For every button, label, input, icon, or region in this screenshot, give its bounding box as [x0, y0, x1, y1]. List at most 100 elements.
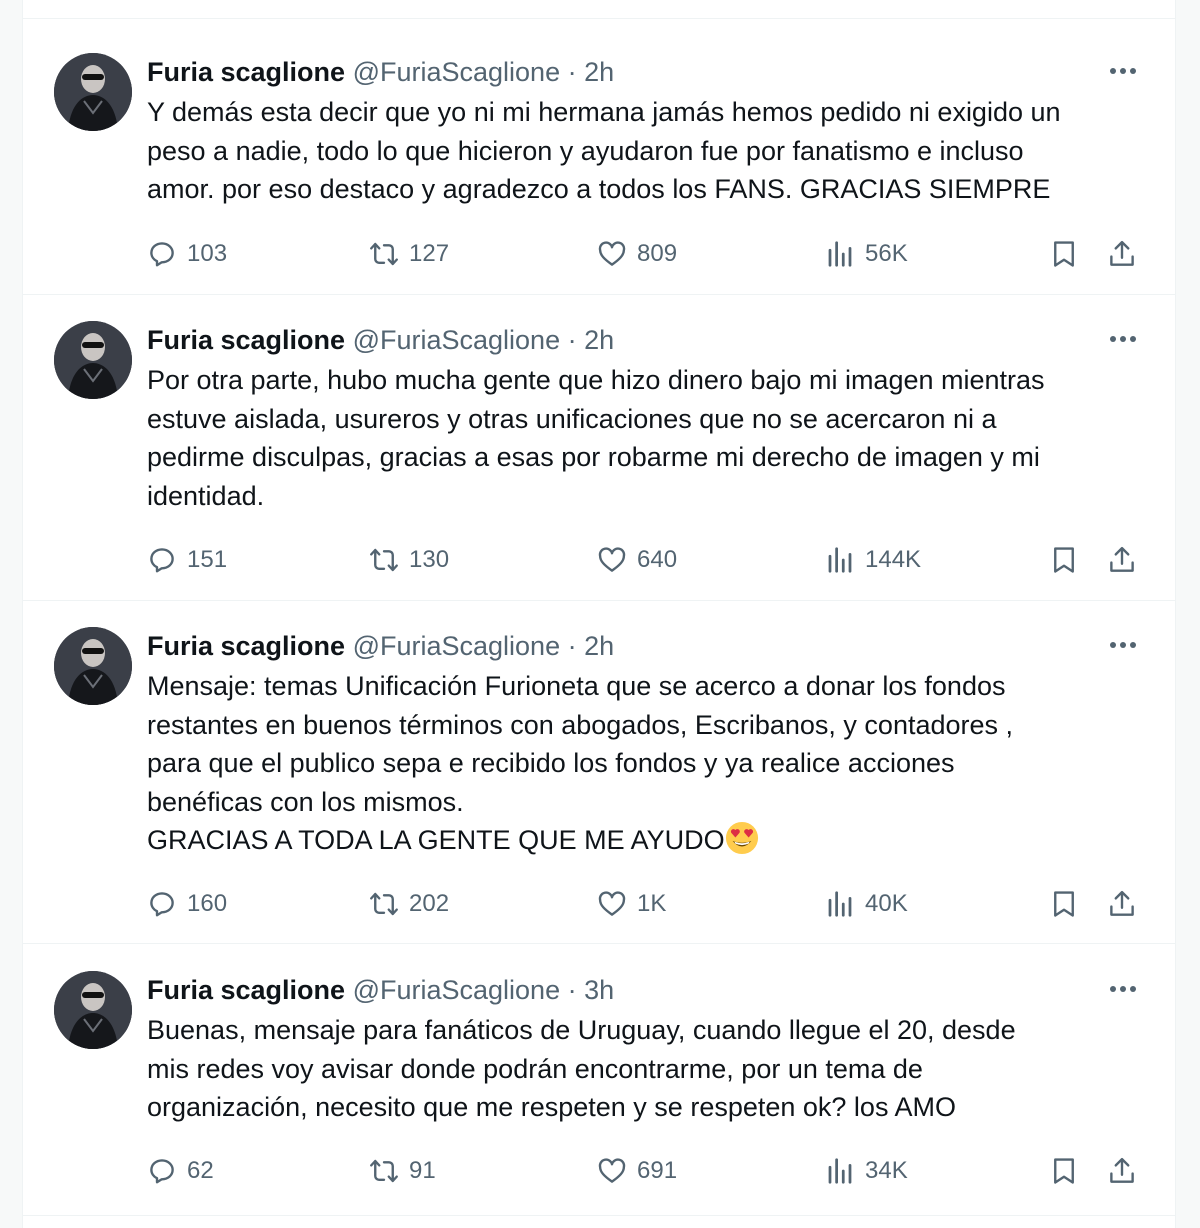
user-handle[interactable]: @FuriaScaglione: [353, 631, 561, 661]
retweet-button[interactable]: 202: [369, 884, 449, 924]
views-button[interactable]: 40K: [825, 884, 908, 924]
share-icon: [1110, 546, 1134, 572]
retweet-button[interactable]: 127: [369, 234, 449, 274]
tweet-header: Furia scaglione @FuriaScaglione · 2h: [147, 321, 614, 359]
tweet-actions: 103 127 809 56K: [147, 234, 1147, 274]
like-button[interactable]: 809: [597, 234, 677, 274]
bookmark-button[interactable]: [1049, 884, 1079, 924]
timestamp[interactable]: 2h: [584, 57, 614, 87]
reply-icon: [150, 548, 174, 573]
bookmark-button[interactable]: [1049, 1151, 1079, 1191]
tweet-feed: Furia scaglione @FuriaScaglione · 2h Y d…: [22, 0, 1176, 1228]
like-count: 640: [637, 546, 678, 573]
retweet-count: 127: [409, 240, 450, 267]
tweet-text-content: Por otra parte, hubo mucha gente que hiz…: [147, 365, 1045, 511]
tweet[interactable]: Furia scaglione @FuriaScaglione · 2h Men…: [23, 593, 1175, 944]
share-icon: [1110, 1157, 1134, 1183]
display-name[interactable]: Furia scaglione: [147, 325, 345, 355]
reply-button[interactable]: 151: [147, 540, 227, 580]
views-button[interactable]: 56K: [825, 234, 908, 274]
tweet-header: Furia scaglione @FuriaScaglione · 2h: [147, 627, 614, 665]
tweet-text: Y demás esta decir que yo ni mi hermana …: [147, 93, 1157, 209]
retweet-button[interactable]: 130: [369, 540, 449, 580]
more-horizontal-icon[interactable]: [1105, 321, 1141, 357]
reply-button[interactable]: 160: [147, 884, 227, 924]
reply-count: 103: [187, 240, 228, 267]
heart-icon: [598, 241, 626, 266]
tweet[interactable]: Furia scaglione @FuriaScaglione · 3h Bue…: [23, 937, 1175, 1216]
avatar[interactable]: [54, 53, 132, 131]
like-count: 1K: [637, 890, 667, 917]
display-name[interactable]: Furia scaglione: [147, 975, 345, 1005]
views-button[interactable]: 144K: [825, 540, 921, 580]
reply-count: 151: [187, 546, 228, 573]
separator-dot: ·: [567, 57, 577, 87]
like-button[interactable]: 691: [597, 1151, 677, 1191]
separator-dot: ·: [567, 325, 577, 355]
retweet-count: 202: [409, 890, 450, 917]
heart-icon: [598, 547, 626, 572]
share-icon: [1110, 240, 1134, 266]
user-handle[interactable]: @FuriaScaglione: [353, 975, 561, 1005]
bookmark-icon: [1054, 1158, 1074, 1184]
share-button[interactable]: [1107, 1151, 1137, 1191]
views-icon: [828, 241, 852, 267]
reply-button[interactable]: 103: [147, 234, 227, 274]
tweet-text: Mensaje: temas Unificación Furioneta que…: [147, 667, 1157, 860]
views-count: 40K: [865, 890, 908, 917]
retweet-icon: [370, 1159, 398, 1183]
bookmark-icon: [1054, 241, 1074, 267]
like-count: 809: [637, 240, 678, 267]
views-icon: [828, 1158, 852, 1184]
display-name[interactable]: Furia scaglione: [147, 57, 345, 87]
reply-icon: [150, 892, 174, 917]
more-horizontal-icon[interactable]: [1105, 971, 1141, 1007]
bookmark-button[interactable]: [1049, 234, 1079, 274]
tweet-header: Furia scaglione @FuriaScaglione · 2h: [147, 53, 614, 91]
views-icon: [828, 891, 852, 917]
bookmark-button[interactable]: [1049, 540, 1079, 580]
tweet-actions: 151 130 640 144K: [147, 540, 1147, 580]
tweet[interactable]: Furia scaglione @FuriaScaglione · 2h Por…: [23, 287, 1175, 601]
display-name[interactable]: Furia scaglione: [147, 631, 345, 661]
tweet[interactable]: Furia scaglione @FuriaScaglione · 2h Y d…: [23, 19, 1175, 295]
views-icon: [828, 547, 852, 573]
share-icon: [1110, 890, 1134, 916]
avatar[interactable]: [54, 627, 132, 705]
avatar[interactable]: [54, 971, 132, 1049]
heart-icon: [598, 1158, 626, 1183]
timestamp[interactable]: 2h: [584, 325, 614, 355]
views-count: 56K: [865, 240, 908, 267]
tweet-header: Furia scaglione @FuriaScaglione · 3h: [147, 971, 614, 1009]
like-button[interactable]: 640: [597, 540, 677, 580]
tweet-text: Buenas, mensaje para fanáticos de Urugua…: [147, 1011, 1157, 1127]
share-button[interactable]: [1107, 540, 1137, 580]
timestamp[interactable]: 3h: [584, 975, 614, 1005]
reply-icon: [150, 1159, 174, 1184]
share-button[interactable]: [1107, 234, 1137, 274]
retweet-icon: [370, 892, 398, 916]
tweet-text-content: Buenas, mensaje para fanáticos de Urugua…: [147, 1015, 1016, 1122]
views-count: 34K: [865, 1157, 908, 1184]
reply-count: 160: [187, 890, 228, 917]
retweet-count: 130: [409, 546, 450, 573]
timestamp[interactable]: 2h: [584, 631, 614, 661]
reply-button[interactable]: 62: [147, 1151, 214, 1191]
more-horizontal-icon[interactable]: [1105, 627, 1141, 663]
tweet-text-content: Mensaje: temas Unificación Furioneta que…: [147, 671, 1014, 855]
share-button[interactable]: [1107, 884, 1137, 924]
views-button[interactable]: 34K: [825, 1151, 908, 1191]
tweet-text: Por otra parte, hubo mucha gente que hiz…: [147, 361, 1157, 515]
bookmark-icon: [1054, 891, 1074, 917]
more-horizontal-icon[interactable]: [1105, 53, 1141, 89]
like-button[interactable]: 1K: [597, 884, 666, 924]
views-count: 144K: [865, 546, 922, 573]
user-handle[interactable]: @FuriaScaglione: [353, 57, 561, 87]
tweet-actions: 62 91 691 34K: [147, 1151, 1147, 1191]
user-handle[interactable]: @FuriaScaglione: [353, 325, 561, 355]
heart-eyes-emoji: [725, 821, 758, 855]
separator-dot: ·: [567, 975, 577, 1005]
retweet-button[interactable]: 91: [369, 1151, 436, 1191]
like-count: 691: [637, 1157, 678, 1184]
avatar[interactable]: [54, 321, 132, 399]
